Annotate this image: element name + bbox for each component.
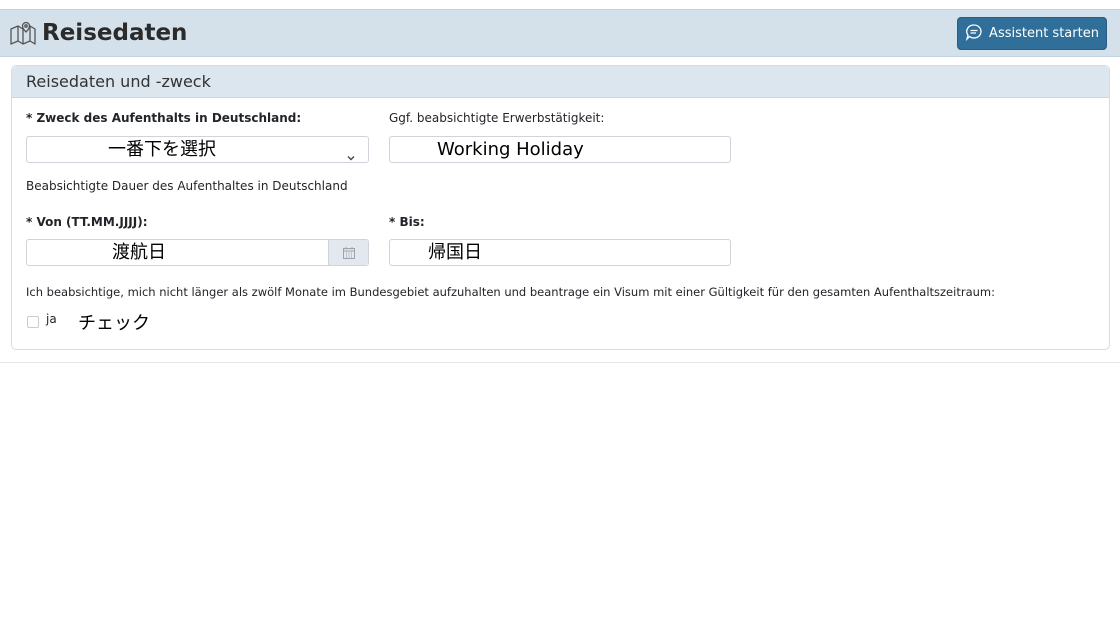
chevron-down-icon [346,145,356,161]
duration-label: Beabsichtigte Dauer des Aufenthaltes in … [26,179,348,193]
to-date-input[interactable]: 帰国日 [389,239,731,266]
start-assistant-button[interactable]: Assistent starten [957,17,1107,50]
start-assistant-label: Assistent starten [989,26,1099,41]
from-date-value: 渡航日 [112,242,166,263]
declaration-text: Ich beabsichtige, mich nicht länger als … [26,285,995,299]
employment-label: Ggf. beabsichtigte Erwerbstätigkeit: [389,111,605,125]
purpose-select[interactable]: 一番下を選択 [26,136,369,163]
travel-data-card: Reisedaten und -zweck * Zweck des Aufent… [11,65,1110,350]
to-date-label: * Bis: [389,215,425,229]
declaration-checkbox[interactable] [27,316,39,328]
purpose-label: * Zweck des Aufenthalts in Deutschland: [26,111,302,125]
card-title: Reisedaten und -zweck [12,66,1109,98]
page-title: Reisedaten [42,20,188,46]
employment-input-value: Working Holiday [437,139,584,160]
from-date-input[interactable]: 渡航日 [26,239,369,266]
calendar-icon[interactable] [328,240,368,265]
declaration-checkbox-label: ja [46,312,57,326]
divider [0,362,1120,363]
to-date-value: 帰国日 [428,242,482,263]
purpose-select-value: 一番下を選択 [108,139,216,160]
checkbox-note: チェック [78,313,150,334]
map-icon [10,21,36,45]
chat-bubble-icon [965,23,983,45]
from-date-label: * Von (TT.MM.JJJJ): [26,215,148,229]
page-header: Reisedaten Assistent starten [0,9,1120,57]
employment-input[interactable]: Working Holiday [389,136,731,163]
